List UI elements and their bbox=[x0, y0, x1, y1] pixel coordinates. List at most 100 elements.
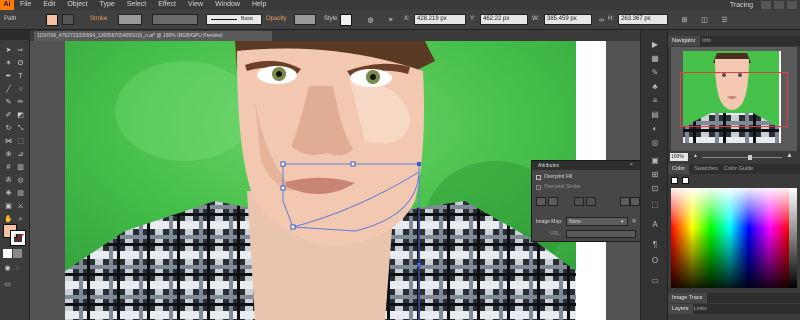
screen-mode-icon[interactable]: ▭ bbox=[3, 280, 12, 289]
minimize-button[interactable] bbox=[761, 1, 771, 9]
fill-color-swatch[interactable] bbox=[46, 14, 58, 26]
slice-tool-icon[interactable]: ⚔ bbox=[16, 202, 25, 211]
zoom-slider[interactable] bbox=[702, 157, 782, 158]
menu-window[interactable]: Window bbox=[209, 0, 246, 10]
tab-color-guide[interactable]: Color Guide bbox=[720, 164, 757, 174]
tab-info[interactable]: Info bbox=[698, 36, 715, 46]
fill-dropdown[interactable] bbox=[62, 14, 74, 25]
draw-normal-icon[interactable]: ◉ bbox=[3, 264, 12, 273]
recolor-icon[interactable]: ◍ bbox=[366, 16, 375, 25]
gradient-panel-icon[interactable]: ▤ bbox=[650, 110, 660, 120]
anchor-point[interactable] bbox=[290, 224, 296, 230]
stroke-label[interactable]: Stroke bbox=[90, 16, 107, 22]
variable-width-profile[interactable] bbox=[152, 14, 198, 25]
symbols-panel-icon[interactable]: ♣ bbox=[650, 82, 660, 92]
pencil-tool-icon[interactable]: ✏ bbox=[16, 98, 25, 107]
anchor-point[interactable] bbox=[350, 161, 356, 167]
anchor-point[interactable] bbox=[280, 185, 286, 191]
align-icon[interactable]: ≡ bbox=[386, 16, 395, 25]
transform-icon[interactable]: ⊞ bbox=[680, 16, 689, 25]
tab-image-trace[interactable]: Image Trace bbox=[668, 293, 707, 303]
hide-center-button[interactable] bbox=[586, 197, 596, 206]
url-input[interactable] bbox=[566, 230, 636, 238]
color-spectrum[interactable] bbox=[671, 188, 789, 288]
graphic-style-swatch[interactable] bbox=[340, 14, 352, 26]
mesh-tool-icon[interactable]: # bbox=[4, 163, 13, 172]
use-nonzero-fill-button[interactable] bbox=[548, 197, 558, 206]
hand-tool-icon[interactable]: ✋ bbox=[4, 215, 13, 224]
anchor-point[interactable] bbox=[280, 161, 286, 167]
color-fill-indicator[interactable] bbox=[671, 177, 678, 184]
color-panel-icon[interactable]: ▶ bbox=[650, 40, 660, 50]
use-even-odd-fill-button[interactable] bbox=[536, 197, 546, 206]
tab-links[interactable]: Links bbox=[690, 304, 711, 314]
free-transform-tool-icon[interactable]: ⬚ bbox=[16, 137, 25, 146]
zoom-field[interactable]: 100% bbox=[670, 153, 688, 161]
tab-swatches[interactable]: Swatches bbox=[690, 164, 722, 174]
type-tool-icon[interactable]: T bbox=[16, 72, 25, 81]
eraser-tool-icon[interactable]: ◩ bbox=[16, 111, 25, 120]
width-tool-icon[interactable]: ⋈ bbox=[4, 137, 13, 146]
swatches-panel-icon[interactable]: ▦ bbox=[650, 54, 660, 64]
link-icon[interactable]: ∞ bbox=[597, 16, 606, 25]
menu-select[interactable]: Select bbox=[121, 0, 152, 10]
zoom-slider-handle[interactable] bbox=[748, 155, 752, 160]
document-tab[interactable]: 1150706_4752723335554_1369587054055015_n… bbox=[34, 31, 272, 41]
direct-selection-tool-icon[interactable]: ⇨ bbox=[16, 46, 25, 55]
artboards-panel-icon[interactable]: ▭ bbox=[650, 276, 660, 286]
menu-object[interactable]: Object bbox=[61, 0, 93, 10]
isolate-icon[interactable]: ◫ bbox=[700, 16, 709, 25]
appearance-panel-icon[interactable]: ◎ bbox=[650, 138, 660, 148]
ellipse-tool-icon[interactable]: ○ bbox=[16, 85, 25, 94]
opacity-label[interactable]: Opacity bbox=[266, 16, 286, 22]
browser-icon[interactable]: ◎ bbox=[632, 218, 636, 224]
graph-tool-icon[interactable]: ▤ bbox=[16, 189, 25, 198]
opentype-panel-icon[interactable]: O bbox=[650, 256, 660, 266]
show-center-button[interactable] bbox=[574, 197, 584, 206]
opacity-field[interactable] bbox=[294, 14, 316, 25]
gradient-mode-icon[interactable] bbox=[13, 249, 22, 258]
tab-color[interactable]: Color bbox=[668, 164, 690, 174]
color-mode-icon[interactable] bbox=[3, 249, 12, 258]
stroke-weight-field[interactable] bbox=[118, 14, 142, 25]
menu-view[interactable]: View bbox=[182, 0, 209, 10]
reverse-path-button[interactable] bbox=[620, 197, 630, 206]
selection-tool-icon[interactable]: ➤ bbox=[4, 46, 13, 55]
transparency-panel-icon[interactable]: ◐ bbox=[650, 124, 660, 134]
perspective-grid-tool-icon[interactable]: ⊿ bbox=[16, 150, 25, 159]
attributes-panel-header[interactable]: Attributes × bbox=[532, 161, 641, 170]
workspace-switcher[interactable]: Tracing bbox=[730, 2, 761, 9]
x-field[interactable]: 428.219 px bbox=[414, 14, 466, 25]
align-panel-icon[interactable]: ⊞ bbox=[650, 170, 660, 180]
overprint-fill-checkbox[interactable] bbox=[536, 175, 541, 180]
paintbrush-tool-icon[interactable]: ✎ bbox=[4, 98, 13, 107]
navigator-view-box[interactable] bbox=[680, 72, 788, 127]
graphic-styles-panel-icon[interactable]: ▣ bbox=[650, 156, 660, 166]
close-button[interactable] bbox=[787, 1, 797, 9]
brush-definition[interactable]: Basic bbox=[206, 14, 262, 25]
artboard-tool-icon[interactable]: ▣ bbox=[4, 202, 13, 211]
scale-tool-icon[interactable]: ⤡ bbox=[16, 124, 25, 133]
magic-wand-tool-icon[interactable]: ✶ bbox=[4, 59, 13, 68]
pathfinder-panel-icon[interactable]: ⊡ bbox=[650, 184, 660, 194]
pen-tool-icon[interactable]: ✒ bbox=[4, 72, 13, 81]
zoom-tool-icon[interactable]: ⌕ bbox=[16, 215, 25, 224]
width-field[interactable]: 385.459 px bbox=[544, 14, 592, 25]
paragraph-panel-icon[interactable]: ¶ bbox=[650, 240, 660, 250]
symbol-sprayer-tool-icon[interactable]: ❋ bbox=[4, 189, 13, 198]
tab-layers[interactable]: Layers bbox=[668, 304, 693, 314]
grayscale-ramp[interactable] bbox=[789, 188, 797, 288]
overprint-stroke-checkbox[interactable] bbox=[536, 185, 541, 190]
maximize-button[interactable] bbox=[774, 1, 784, 9]
gradient-tool-icon[interactable]: ▥ bbox=[16, 163, 25, 172]
shape-builder-tool-icon[interactable]: ⊕ bbox=[4, 150, 13, 159]
eyedropper-tool-icon[interactable]: ✇ bbox=[4, 176, 13, 185]
blob-brush-tool-icon[interactable]: ✐ bbox=[4, 111, 13, 120]
close-icon[interactable]: × bbox=[630, 162, 633, 168]
tab-navigator[interactable]: Navigator bbox=[668, 36, 700, 46]
image-map-select[interactable]: None ▾ bbox=[566, 217, 628, 226]
panel-menu-icon[interactable]: ☰ bbox=[720, 16, 729, 25]
transform-panel-icon[interactable]: ⬚ bbox=[650, 200, 660, 210]
character-panel-icon[interactable]: A bbox=[650, 220, 660, 230]
rotate-tool-icon[interactable]: ↻ bbox=[4, 124, 13, 133]
